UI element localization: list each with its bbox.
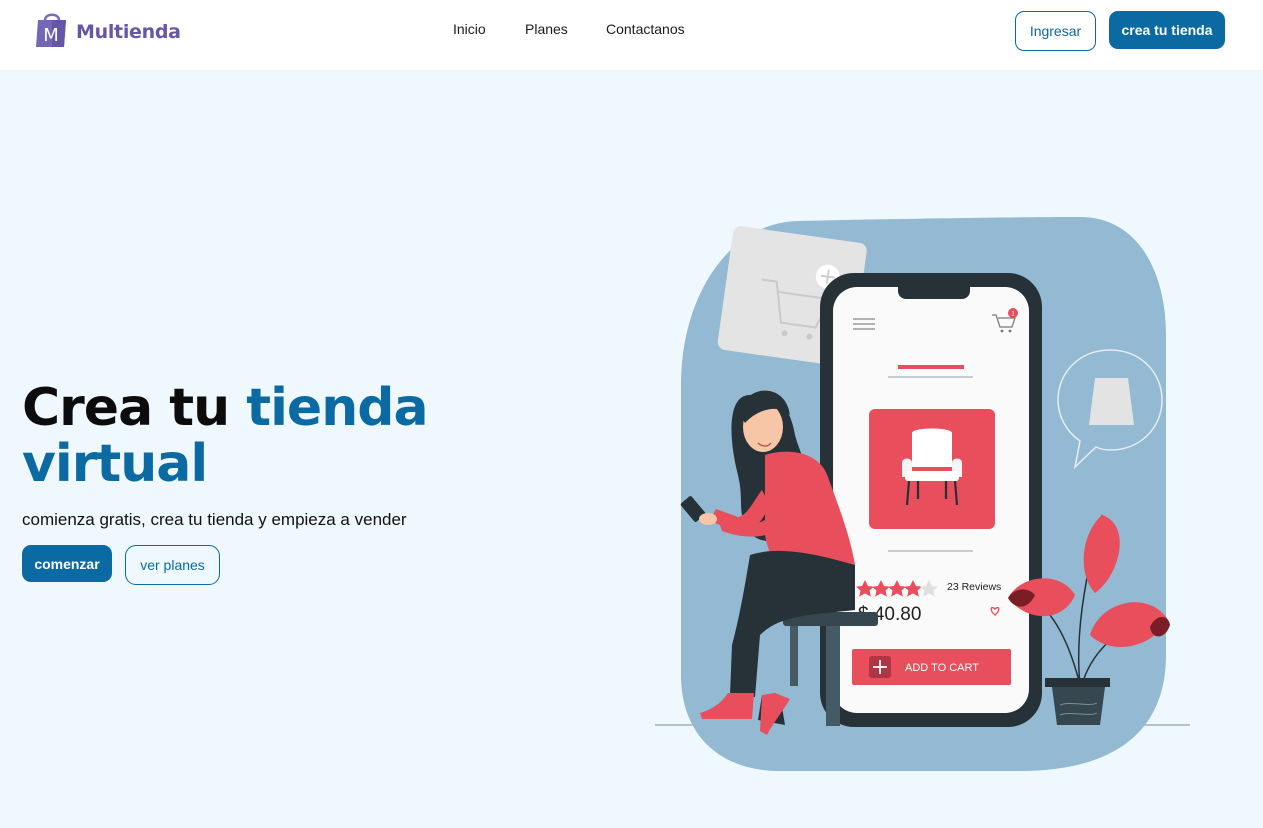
nav-contactanos[interactable]: Contactanos <box>606 21 685 37</box>
logo-letter: M <box>43 25 59 46</box>
hero-title-accent1: tienda <box>246 378 428 438</box>
nav-inicio[interactable]: Inicio <box>453 21 486 37</box>
hero-subtitle: comienza gratis, crea tu tienda y empiez… <box>22 510 407 529</box>
shopping-bag-logo-icon: M <box>34 10 70 48</box>
add-to-cart-button: ADD TO CART <box>852 649 1011 685</box>
create-store-button[interactable]: crea tu tienda <box>1109 11 1225 49</box>
product-image <box>869 409 995 529</box>
hero-illustration: 1 23 Reviews $ 40.80 ADD TO CART <box>650 215 1195 775</box>
nav-planes[interactable]: Planes <box>525 21 568 37</box>
brand-name: Multienda <box>76 21 181 43</box>
hero-title-accent2: virtual <box>22 434 208 494</box>
start-button[interactable]: comenzar <box>22 545 112 582</box>
login-button[interactable]: Ingresar <box>1015 11 1096 51</box>
view-plans-button[interactable]: ver planes <box>125 545 220 585</box>
reviews-count: 23 Reviews <box>947 581 1001 593</box>
hero-title: Crea tu tienda virtual <box>22 380 492 492</box>
hero-title-part1: Crea tu <box>22 378 247 438</box>
add-to-cart-label: ADD TO CART <box>905 662 979 674</box>
brand-logo[interactable]: M Multienda <box>34 10 181 48</box>
phone: 1 23 Reviews $ 40.80 ADD TO CART <box>820 273 1042 727</box>
top-header: M Multienda Inicio Planes Contactanos In… <box>0 0 1263 70</box>
